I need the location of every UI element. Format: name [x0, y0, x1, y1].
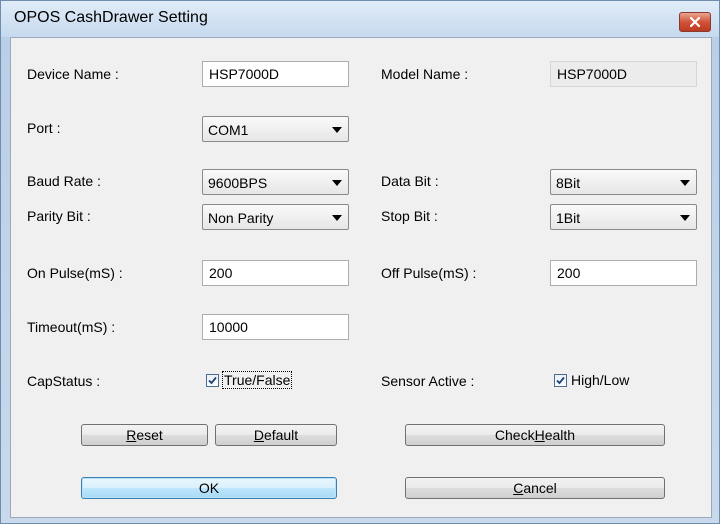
parity-bit-select[interactable]: Non Parity — [202, 204, 349, 230]
off-pulse-label: Off Pulse(mS) : — [381, 265, 477, 281]
default-label-rest: efault — [263, 427, 299, 443]
checkmark-icon — [556, 376, 565, 384]
sensor-active-label: Sensor Active : — [381, 373, 475, 389]
cap-status-checkbox[interactable]: True/False — [206, 371, 293, 389]
checkbox-box[interactable] — [206, 373, 219, 387]
timeout-input[interactable]: 10000 — [202, 314, 349, 340]
chevron-down-icon — [680, 180, 690, 186]
reset-button[interactable]: Reset — [81, 424, 208, 446]
cap-status-label: CapStatus : — [27, 373, 101, 389]
data-bit-label: Data Bit : — [381, 173, 439, 189]
chevron-down-icon — [332, 215, 342, 221]
data-bit-value: 8Bit — [556, 175, 581, 191]
cancel-button[interactable]: Cancel — [405, 477, 665, 499]
baud-rate-value: 9600BPS — [208, 175, 268, 191]
check-health-label-rest: ealth — [544, 427, 576, 443]
cap-status-option-label[interactable]: True/False — [221, 371, 293, 389]
device-name-label: Device Name : — [27, 66, 119, 82]
model-name-field: HSP7000D — [550, 61, 697, 87]
check-health-button[interactable]: CheckHealth — [405, 424, 665, 446]
chevron-down-icon — [680, 215, 690, 221]
stop-bit-value: 1Bit — [556, 210, 581, 226]
device-name-input[interactable]: HSP7000D — [202, 61, 349, 87]
cancel-label-rest: ancel — [523, 480, 557, 496]
port-value: COM1 — [208, 122, 249, 138]
default-button[interactable]: Default — [215, 424, 337, 446]
parity-bit-value: Non Parity — [208, 210, 274, 226]
on-pulse-label: On Pulse(mS) : — [27, 265, 123, 281]
port-label: Port : — [27, 120, 61, 136]
timeout-label: Timeout(mS) : — [27, 319, 116, 335]
port-select[interactable]: COM1 — [202, 116, 349, 142]
dialog-body: Device Name : HSP7000D Model Name : HSP7… — [10, 37, 712, 518]
baud-rate-label: Baud Rate : — [27, 173, 101, 189]
reset-mnemonic: R — [126, 427, 137, 443]
reset-label-rest: eset — [136, 427, 163, 443]
parity-bit-label: Parity Bit : — [27, 208, 91, 224]
checkbox-box[interactable] — [554, 373, 567, 387]
model-name-label: Model Name : — [381, 66, 469, 82]
check-health-label-pre: Check — [494, 427, 535, 443]
ok-label: OK — [198, 480, 220, 496]
chevron-down-icon — [332, 180, 342, 186]
close-button[interactable] — [679, 12, 711, 32]
window-title: OPOS CashDrawer Setting — [14, 9, 208, 26]
sensor-active-checkbox[interactable]: High/Low — [554, 372, 629, 388]
cancel-mnemonic: C — [513, 480, 524, 496]
checkmark-icon — [208, 376, 217, 384]
data-bit-select[interactable]: 8Bit — [550, 169, 697, 195]
baud-rate-select[interactable]: 9600BPS — [202, 169, 349, 195]
chevron-down-icon — [332, 127, 342, 133]
off-pulse-input[interactable]: 200 — [550, 260, 697, 286]
default-mnemonic: D — [253, 427, 264, 443]
sensor-active-option-label[interactable]: High/Low — [571, 372, 629, 388]
stop-bit-select[interactable]: 1Bit — [550, 204, 697, 230]
close-icon — [690, 17, 700, 27]
stop-bit-label: Stop Bit : — [381, 208, 438, 224]
check-health-mnemonic: H — [534, 427, 545, 443]
on-pulse-input[interactable]: 200 — [202, 260, 349, 286]
title-bar[interactable]: OPOS CashDrawer Setting — [1, 1, 719, 37]
dialog-window: OPOS CashDrawer Setting Device Name : HS… — [0, 0, 720, 524]
ok-button[interactable]: OK — [81, 477, 337, 499]
